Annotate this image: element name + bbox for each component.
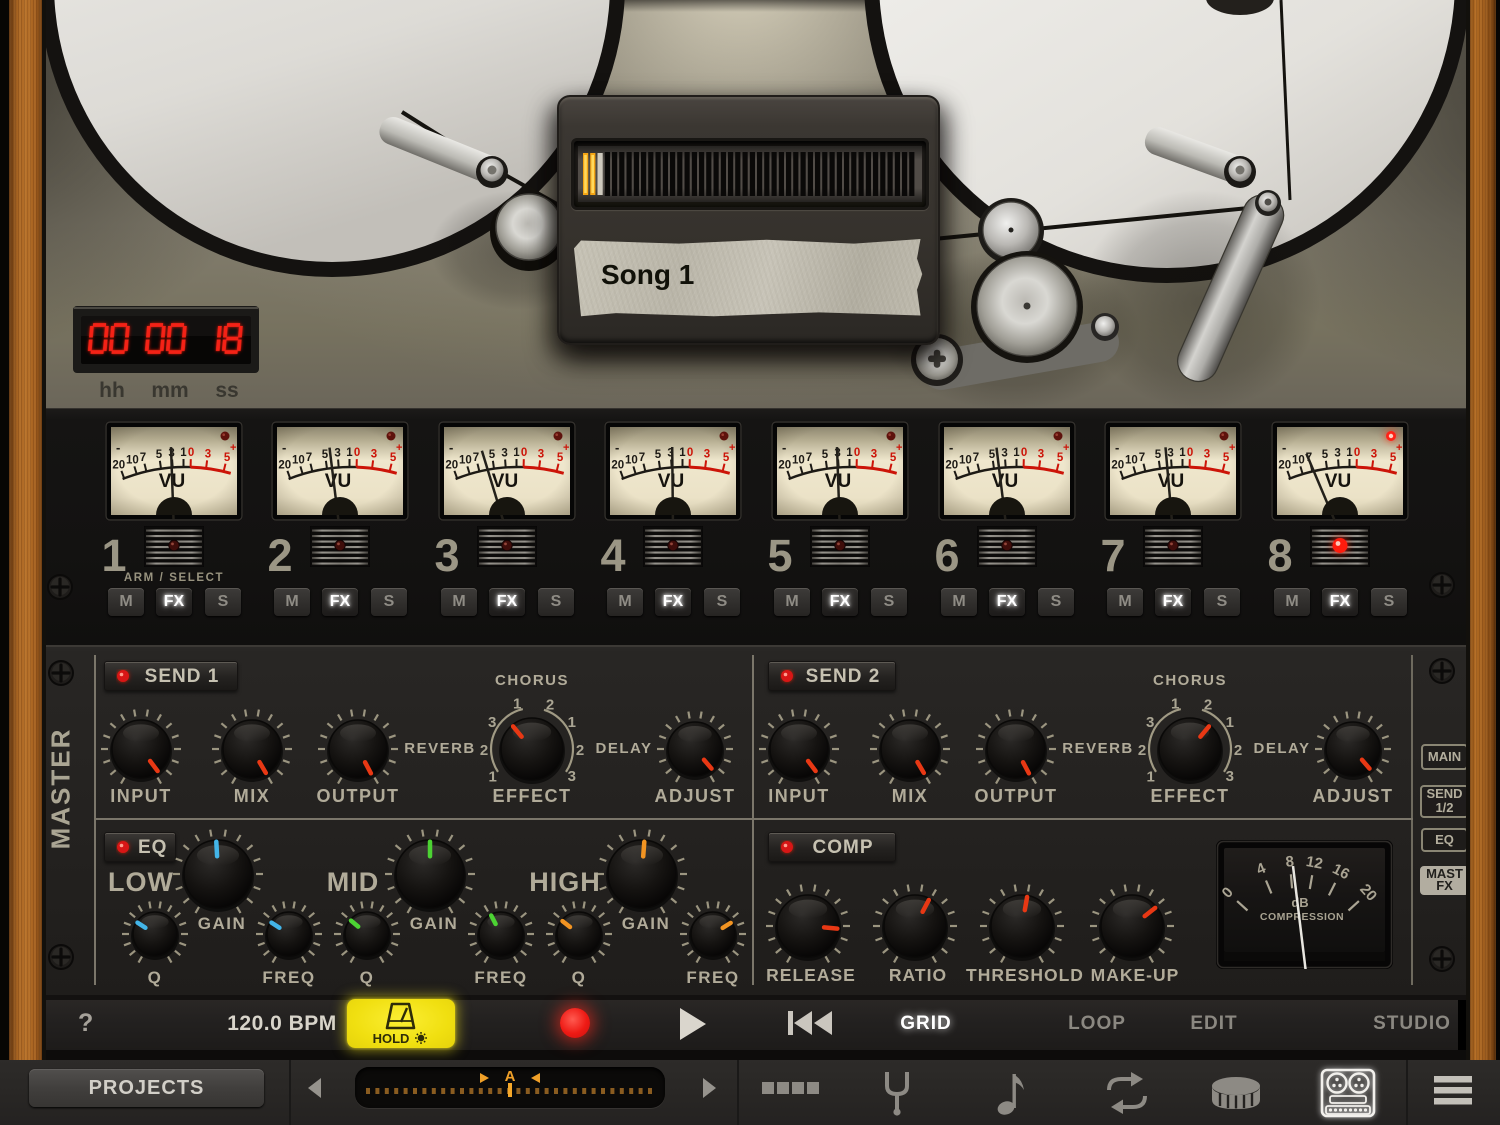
svg-text:1: 1	[1171, 695, 1179, 712]
svg-text:+: +	[1396, 442, 1402, 454]
svg-text:1: 1	[568, 714, 576, 731]
svg-text:20: 20	[1111, 459, 1124, 471]
svg-text:1: 1	[346, 447, 353, 459]
svg-text:5: 5	[822, 449, 829, 461]
svg-text:3: 3	[1001, 448, 1007, 460]
svg-text:0: 0	[1187, 447, 1193, 459]
svg-text:1: 1	[180, 447, 187, 459]
svg-text:COMPRESSION: COMPRESSION	[1260, 911, 1344, 923]
svg-text:10: 10	[959, 455, 972, 467]
svg-text:-: -	[282, 440, 286, 455]
svg-text:+: +	[396, 442, 402, 454]
svg-text:3: 3	[334, 448, 340, 460]
svg-text:10: 10	[292, 455, 305, 467]
svg-text:+: +	[1229, 442, 1235, 454]
svg-text:-: -	[615, 440, 619, 455]
svg-text:0: 0	[687, 447, 693, 459]
svg-text:20: 20	[278, 459, 291, 471]
svg-text:3: 3	[1038, 448, 1044, 460]
svg-text:20: 20	[445, 459, 458, 471]
svg-text:+: +	[230, 442, 236, 454]
svg-text:+: +	[563, 442, 569, 454]
svg-text:1: 1	[1226, 714, 1234, 731]
svg-text:-: -	[1115, 440, 1119, 455]
svg-text:5: 5	[1155, 449, 1162, 461]
svg-text:1: 1	[679, 447, 686, 459]
svg-text:VU: VU	[492, 471, 518, 492]
svg-text:-: -	[116, 440, 120, 455]
svg-text:3: 3	[1146, 714, 1154, 731]
svg-text:3: 3	[568, 768, 576, 785]
svg-text:0: 0	[1354, 447, 1360, 459]
svg-text:10: 10	[792, 455, 805, 467]
svg-text:1: 1	[513, 695, 521, 712]
svg-text:3: 3	[205, 448, 211, 460]
svg-text:1: 1	[1179, 447, 1186, 459]
svg-text:3: 3	[501, 448, 507, 460]
svg-text:VU: VU	[658, 471, 684, 492]
svg-text:5: 5	[156, 449, 163, 461]
svg-text:3: 3	[538, 448, 544, 460]
svg-text:0: 0	[521, 447, 527, 459]
svg-text:20: 20	[112, 459, 125, 471]
svg-text:7: 7	[306, 452, 312, 464]
svg-text:+: +	[729, 442, 735, 454]
svg-text:3: 3	[1226, 768, 1234, 785]
svg-text:10: 10	[459, 455, 472, 467]
svg-text:3: 3	[1167, 448, 1173, 460]
svg-text:VU: VU	[325, 471, 351, 492]
svg-text:10: 10	[1292, 455, 1305, 467]
svg-text:20: 20	[778, 459, 791, 471]
svg-text:+: +	[896, 442, 902, 454]
svg-text:-: -	[949, 440, 953, 455]
svg-text:7: 7	[1139, 452, 1145, 464]
svg-text:10: 10	[1125, 455, 1138, 467]
svg-text:+: +	[1063, 442, 1069, 454]
svg-text:7: 7	[639, 452, 645, 464]
svg-text:20: 20	[611, 459, 624, 471]
svg-text:3: 3	[871, 448, 877, 460]
svg-text:7: 7	[140, 452, 146, 464]
svg-text:1: 1	[489, 769, 497, 786]
svg-text:VU: VU	[992, 471, 1018, 492]
svg-text:7: 7	[473, 452, 479, 464]
svg-text:12: 12	[1305, 853, 1324, 873]
svg-text:7: 7	[973, 452, 979, 464]
svg-text:5: 5	[989, 449, 996, 461]
svg-text:0: 0	[188, 447, 194, 459]
svg-text:VU: VU	[1158, 471, 1184, 492]
svg-text:-: -	[1282, 440, 1286, 455]
svg-text:10: 10	[126, 455, 139, 467]
svg-text:3: 3	[1371, 448, 1377, 460]
svg-text:20: 20	[1278, 459, 1291, 471]
svg-text:5: 5	[322, 449, 329, 461]
svg-text:3: 3	[371, 448, 377, 460]
svg-text:0: 0	[354, 447, 360, 459]
svg-text:3: 3	[1204, 448, 1210, 460]
svg-text:10: 10	[625, 455, 638, 467]
svg-text:1: 1	[846, 447, 853, 459]
svg-text:dB: dB	[1291, 895, 1308, 910]
svg-text:5: 5	[655, 449, 662, 461]
svg-text:5: 5	[489, 449, 496, 461]
svg-text:1: 1	[1346, 447, 1353, 459]
svg-text:20: 20	[945, 459, 958, 471]
svg-text:0: 0	[854, 447, 860, 459]
svg-text:3: 3	[488, 714, 496, 731]
svg-text:1: 1	[513, 447, 520, 459]
svg-text:3: 3	[704, 448, 710, 460]
svg-text:2: 2	[546, 697, 554, 714]
svg-text:1: 1	[1147, 769, 1155, 786]
svg-text:-: -	[782, 440, 786, 455]
svg-text:7: 7	[806, 452, 812, 464]
svg-text:3: 3	[1334, 448, 1340, 460]
svg-text:1: 1	[1013, 447, 1020, 459]
svg-text:2: 2	[1204, 697, 1212, 714]
svg-text:5: 5	[1322, 449, 1329, 461]
svg-text:VU: VU	[1325, 471, 1351, 492]
svg-text:-: -	[449, 440, 453, 455]
svg-text:0: 0	[1021, 447, 1027, 459]
